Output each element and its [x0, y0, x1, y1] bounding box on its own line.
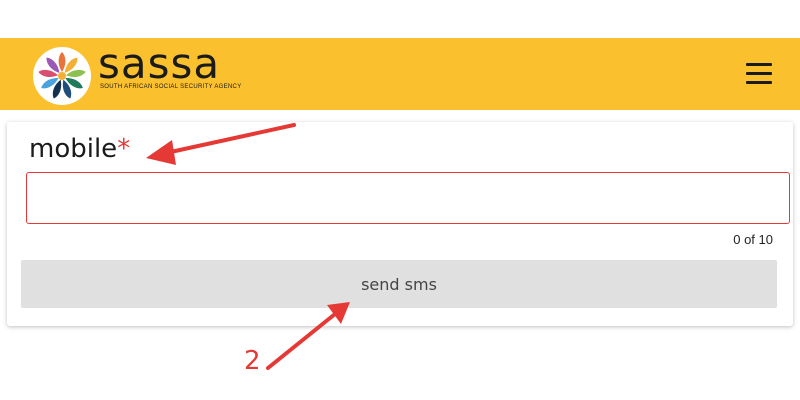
sassa-logo-icon[interactable]	[32, 46, 92, 106]
brand-name: sassa	[98, 39, 221, 88]
brand[interactable]: sassa SOUTH AFRICAN SOCIAL SECURITY AGEN…	[98, 39, 242, 91]
required-marker: *	[117, 134, 131, 164]
hamburger-menu-icon[interactable]	[746, 63, 772, 85]
app-header: sassa SOUTH AFRICAN SOCIAL SECURITY AGEN…	[0, 38, 800, 110]
mobile-input[interactable]	[26, 172, 790, 224]
annotation-step-number: 2	[244, 346, 261, 376]
brand-tagline: SOUTH AFRICAN SOCIAL SECURITY AGENCY	[100, 84, 242, 90]
sms-form-card: mobile* 0 of 10 send sms	[7, 122, 793, 326]
mobile-label-text: mobile	[29, 134, 118, 164]
character-counter: 0 of 10	[733, 232, 773, 247]
mobile-label: mobile*	[29, 134, 130, 164]
send-sms-button[interactable]: send sms	[21, 260, 777, 308]
